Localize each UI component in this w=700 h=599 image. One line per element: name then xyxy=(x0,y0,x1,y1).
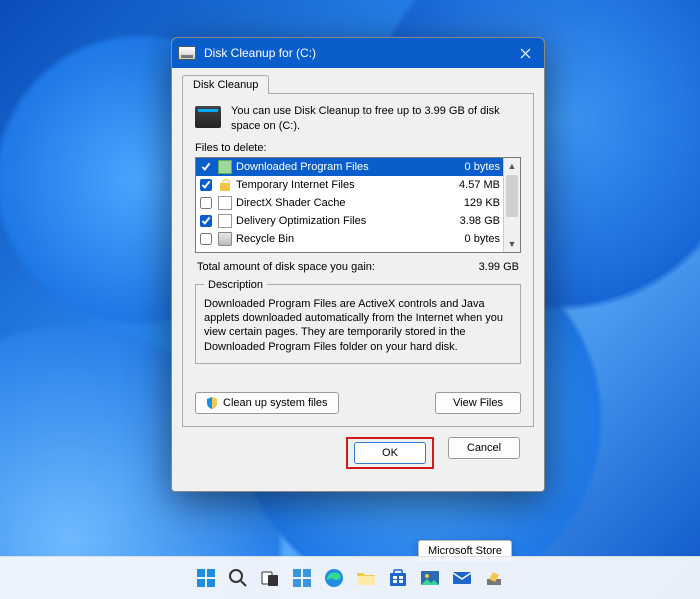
file-name: DirectX Shader Cache xyxy=(236,197,442,209)
ok-button[interactable]: OK xyxy=(354,442,426,464)
file-explorer-button[interactable] xyxy=(353,565,379,591)
titlebar[interactable]: Disk Cleanup for (C:) xyxy=(172,38,544,68)
file-checkbox[interactable] xyxy=(200,161,212,173)
start-button[interactable] xyxy=(193,565,219,591)
intro-text: You can use Disk Cleanup to free up to 3… xyxy=(231,104,521,134)
mail-button[interactable] xyxy=(449,565,475,591)
file-name: Delivery Optimization Files xyxy=(236,215,442,227)
close-icon xyxy=(520,48,531,59)
tab-panel: You can use Disk Cleanup to free up to 3… xyxy=(182,93,534,427)
description-legend: Description xyxy=(204,279,267,291)
tab-disk-cleanup[interactable]: Disk Cleanup xyxy=(182,75,269,94)
green-icon xyxy=(218,160,232,174)
desktop-wallpaper: Disk Cleanup for (C:) Disk Cleanup You c… xyxy=(0,0,700,599)
scroll-thumb[interactable] xyxy=(506,175,518,217)
file-row[interactable]: Downloaded Program Files 0 bytes xyxy=(196,158,504,176)
bin-icon xyxy=(218,232,232,246)
file-name: Temporary Internet Files xyxy=(236,179,442,191)
file-icon xyxy=(218,196,232,210)
widgets-button[interactable] xyxy=(289,565,315,591)
view-files-button[interactable]: View Files xyxy=(435,392,521,414)
file-row[interactable]: Temporary Internet Files 4.57 MB xyxy=(196,176,504,194)
file-row[interactable]: DirectX Shader Cache 129 KB xyxy=(196,194,504,212)
photos-button[interactable] xyxy=(417,565,443,591)
close-button[interactable] xyxy=(506,38,544,68)
window-title: Disk Cleanup for (C:) xyxy=(204,46,506,60)
view-files-label: View Files xyxy=(453,397,503,409)
taskbar xyxy=(0,556,700,599)
file-size: 3.98 GB xyxy=(446,215,500,227)
edge-button[interactable] xyxy=(321,565,347,591)
scroll-up-icon[interactable]: ▲ xyxy=(504,158,520,174)
total-value: 3.99 GB xyxy=(479,261,519,273)
scroll-down-icon[interactable]: ▼ xyxy=(504,236,520,252)
taskview-button[interactable] xyxy=(257,565,283,591)
file-checkbox[interactable] xyxy=(200,197,212,209)
cancel-button[interactable]: Cancel xyxy=(448,437,520,459)
total-label: Total amount of disk space you gain: xyxy=(197,261,479,273)
file-name: Recycle Bin xyxy=(236,233,442,245)
file-size: 129 KB xyxy=(446,197,500,209)
cleanup-system-files-label: Clean up system files xyxy=(223,397,328,409)
file-icon xyxy=(218,214,232,228)
lock-icon xyxy=(218,178,232,192)
disk-cleanup-taskbar-button[interactable] xyxy=(481,565,507,591)
file-checkbox[interactable] xyxy=(200,179,212,191)
disk-cleanup-dialog: Disk Cleanup for (C:) Disk Cleanup You c… xyxy=(171,37,545,492)
description-group: Description Downloaded Program Files are… xyxy=(195,279,521,364)
description-text: Downloaded Program Files are ActiveX con… xyxy=(204,297,512,355)
drive-icon xyxy=(178,46,196,60)
ok-highlight: OK xyxy=(346,437,434,469)
file-row[interactable]: Recycle Bin 0 bytes xyxy=(196,230,504,248)
file-size: 4.57 MB xyxy=(446,179,500,191)
file-checkbox[interactable] xyxy=(200,215,212,227)
scrollbar[interactable]: ▲ ▼ xyxy=(503,158,520,252)
shield-icon xyxy=(206,397,218,409)
cleanup-system-files-button[interactable]: Clean up system files xyxy=(195,392,339,414)
microsoft-store-button[interactable] xyxy=(385,565,411,591)
files-to-delete-label: Files to delete: xyxy=(195,142,521,154)
file-size: 0 bytes xyxy=(446,233,500,245)
file-checkbox[interactable] xyxy=(200,233,212,245)
cleanup-icon xyxy=(195,106,221,128)
file-name: Downloaded Program Files xyxy=(236,161,442,173)
file-row[interactable]: Delivery Optimization Files 3.98 GB xyxy=(196,212,504,230)
search-button[interactable] xyxy=(225,565,251,591)
file-size: 0 bytes xyxy=(446,161,500,173)
file-list: Downloaded Program Files 0 bytes Temporary… xyxy=(195,157,521,253)
